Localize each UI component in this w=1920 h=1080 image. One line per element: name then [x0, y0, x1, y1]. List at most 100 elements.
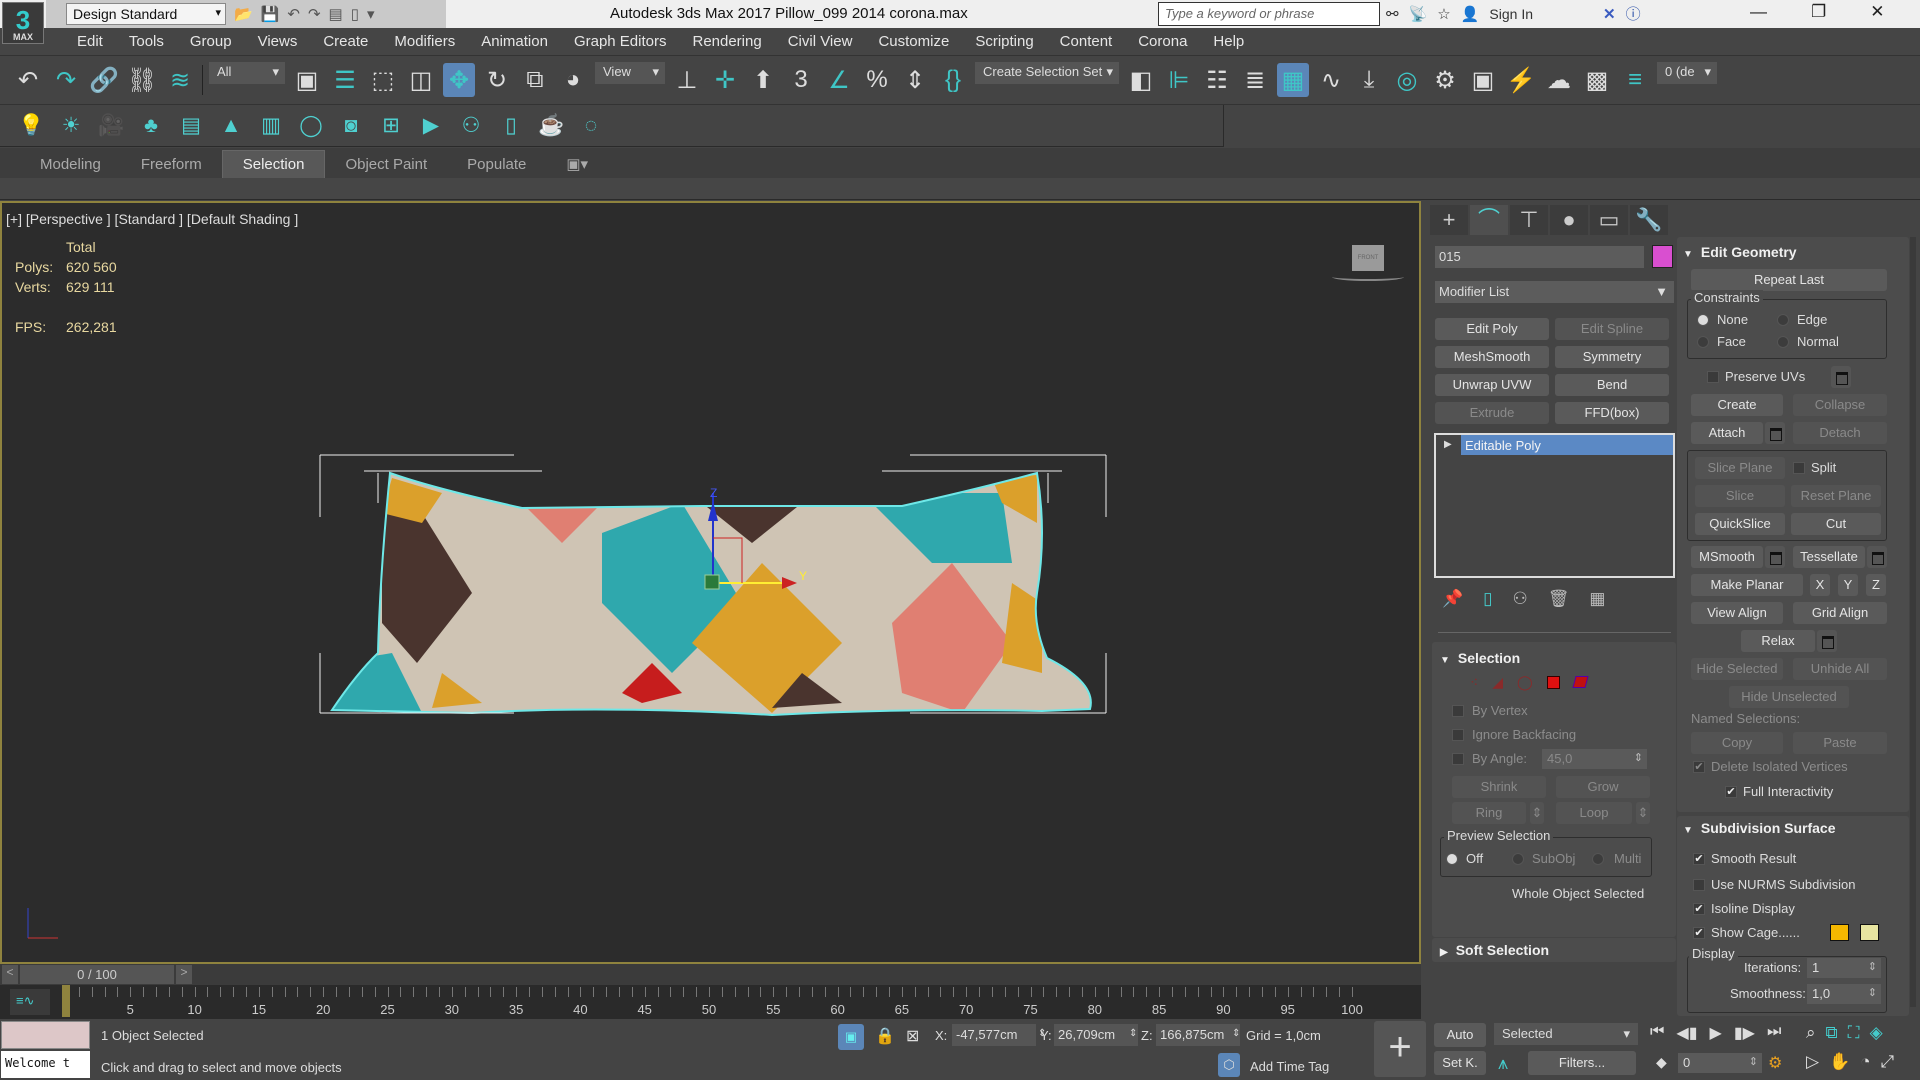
search-input[interactable]: Type a keyword or phrase	[1158, 2, 1380, 26]
zoom-extents-all-icon[interactable]: ◈	[1870, 1023, 1883, 1043]
planar-z-button[interactable]: Z	[1866, 574, 1886, 596]
paste-button[interactable]: Paste	[1793, 732, 1887, 754]
utilities-tab-icon[interactable]: 🔧	[1630, 205, 1668, 235]
fur-icon[interactable]: ▲	[218, 114, 244, 138]
show-cage-checkbox[interactable]: ✔	[1693, 927, 1705, 939]
render-production-icon[interactable]: ⚡	[1505, 63, 1537, 97]
spinner-snap-icon[interactable]: ⇕	[899, 63, 931, 97]
next-frame-icon[interactable]: ▮▶	[1734, 1023, 1755, 1043]
zoom-icon[interactable]: ⌕	[1806, 1023, 1816, 1043]
binoculars-icon[interactable]: ⚯	[1386, 5, 1399, 23]
grid-align-button[interactable]: Grid Align	[1793, 602, 1887, 624]
go-to-end-icon[interactable]: ⏭	[1767, 1023, 1781, 1043]
current-frame-marker[interactable]	[62, 985, 70, 1017]
scatter-icon[interactable]: ♣	[138, 114, 164, 138]
menu-scripting[interactable]: Scripting	[962, 33, 1046, 50]
restore-icon[interactable]: ❐	[1811, 2, 1826, 22]
constraint-normal-radio[interactable]	[1777, 336, 1789, 348]
rotate-icon[interactable]: ↻	[481, 63, 513, 97]
rendered-frame-icon[interactable]: ▣	[1467, 63, 1499, 97]
preserve-uvs-settings-button[interactable]	[1831, 366, 1851, 388]
y-coordinate-input[interactable]: 26,709cm	[1054, 1024, 1138, 1046]
split-checkbox[interactable]	[1793, 462, 1805, 474]
maximize-viewport-icon[interactable]: ⤢	[1881, 1052, 1895, 1072]
window-crossing-icon[interactable]: ◫	[405, 63, 437, 97]
modifier-list-dropdown[interactable]: Modifier List ▼	[1435, 281, 1674, 303]
constraint-face-radio[interactable]	[1697, 336, 1709, 348]
modifier-button-symmetry[interactable]: Symmetry	[1555, 346, 1669, 368]
save-icon[interactable]: 💾	[261, 5, 280, 23]
cage-selection-color-swatch[interactable]	[1860, 924, 1879, 941]
planar-x-button[interactable]: X	[1810, 574, 1830, 596]
menu-content[interactable]: Content	[1047, 33, 1126, 50]
menu-corona[interactable]: Corona	[1125, 33, 1200, 50]
add-time-tag-button[interactable]: Add Time Tag	[1250, 1059, 1329, 1074]
key-filter-dropdown[interactable]: Selected ▾	[1494, 1023, 1638, 1045]
auto-key-button[interactable]: Auto	[1434, 1023, 1486, 1047]
redo-icon[interactable]: ↷	[50, 63, 82, 97]
menu-group[interactable]: Group	[177, 33, 245, 50]
expand-arrow-icon[interactable]: ▶	[1436, 435, 1461, 455]
delete-isolated-checkbox[interactable]: ✔	[1693, 761, 1705, 773]
configure-modifier-sets-icon[interactable]: ▦	[1589, 589, 1605, 609]
ribbon-tab-freeform[interactable]: Freeform	[121, 151, 222, 178]
render-grid-icon[interactable]: ▩	[1581, 63, 1613, 97]
menu-create[interactable]: Create	[310, 33, 381, 50]
preview-multi-radio[interactable]	[1592, 853, 1604, 865]
play-icon[interactable]: ▶	[1710, 1023, 1722, 1043]
ribbon-tab-populate[interactable]: Populate	[447, 151, 546, 178]
modifier-stack[interactable]: ▶ Editable Poly	[1434, 433, 1675, 578]
go-to-start-icon[interactable]: ⏮	[1650, 1023, 1664, 1043]
filters-button[interactable]: Filters...	[1528, 1051, 1636, 1075]
full-interactivity-checkbox[interactable]: ✔	[1725, 786, 1737, 798]
percent-snap-icon[interactable]: %	[861, 63, 893, 97]
isoline-checkbox[interactable]: ✔	[1693, 903, 1705, 915]
timeline-track[interactable]: ≡∿ 0510152025303540455055606570758085909…	[0, 985, 1421, 1019]
z-coordinate-input[interactable]: 166,875cm	[1156, 1024, 1240, 1046]
soft-selection-header[interactable]: ▶ Soft Selection	[1440, 942, 1549, 958]
prev-frame-button[interactable]: <	[2, 965, 18, 984]
link-icon[interactable]: 🔗	[88, 63, 120, 97]
soft-selection-rollout[interactable]: ▶ Soft Selection	[1432, 938, 1676, 962]
selection-lock-icon[interactable]: 🔒	[875, 1026, 895, 1046]
smoothness-spinner[interactable]: 1,0	[1807, 984, 1881, 1004]
orbit-icon[interactable]: ◔	[1860, 1052, 1870, 1072]
ignore-backfacing-checkbox[interactable]	[1452, 729, 1464, 741]
layer-dropdown[interactable]: 0 (de	[1657, 62, 1717, 84]
y-spinner[interactable]: ⇕	[1129, 1028, 1137, 1039]
object-name-input[interactable]: 015	[1435, 246, 1644, 268]
constraint-none-radio[interactable]	[1697, 314, 1709, 326]
proxy-tree-icon[interactable]: ▥	[258, 113, 284, 138]
manipulate-icon[interactable]: ✛	[709, 63, 741, 97]
camera-target-icon[interactable]: ⚇	[458, 113, 484, 138]
create-tab-icon[interactable]: +	[1430, 205, 1468, 235]
current-frame-input[interactable]: 0	[1678, 1053, 1762, 1073]
select-by-name-icon[interactable]: ☰	[329, 63, 361, 97]
mirror-icon[interactable]: ◧	[1125, 63, 1157, 97]
dope-sheet-icon[interactable]: ⤓	[1353, 63, 1385, 97]
app-logo[interactable]: 3 MAX	[2, 2, 44, 44]
named-selection-set-dropdown[interactable]: Create Selection Set	[975, 62, 1119, 84]
placement-icon[interactable]: ◕	[557, 63, 589, 97]
time-slider[interactable]: < 0 / 100 >	[0, 964, 1421, 985]
select-move-icon[interactable]: ✥	[443, 63, 475, 97]
remove-modifier-icon[interactable]: 🗑	[1548, 589, 1570, 609]
previous-frame-icon[interactable]: ◀▮	[1676, 1023, 1697, 1043]
unlink-icon[interactable]: ⛓	[126, 63, 158, 97]
teapot-icon[interactable]: ☕	[538, 114, 564, 138]
camera-icon[interactable]: 🎥	[98, 114, 124, 138]
hierarchy-tab-icon[interactable]: ⊤	[1510, 205, 1548, 235]
iterations-spinner[interactable]: 1	[1807, 958, 1881, 978]
relax-settings-button[interactable]	[1817, 630, 1837, 652]
stack-item-editable-poly[interactable]: Editable Poly	[1461, 435, 1673, 455]
quickslice-button[interactable]: QuickSlice	[1695, 513, 1785, 535]
constraint-edge-radio[interactable]	[1777, 314, 1789, 326]
cage-color-swatch[interactable]	[1830, 924, 1849, 941]
msmooth-button[interactable]: MSmooth	[1691, 546, 1763, 568]
snap-toggle-icon[interactable]: 3	[785, 63, 817, 97]
modifier-button-unwrap-uvw[interactable]: Unwrap UVW	[1435, 374, 1549, 396]
light-select-icon[interactable]: ◌	[578, 114, 604, 138]
ribbon-tab-modeling[interactable]: Modeling	[20, 151, 121, 178]
maxscript-input[interactable]: Welcome t	[1, 1051, 90, 1078]
menu-graph-editors[interactable]: Graph Editors	[561, 33, 680, 50]
